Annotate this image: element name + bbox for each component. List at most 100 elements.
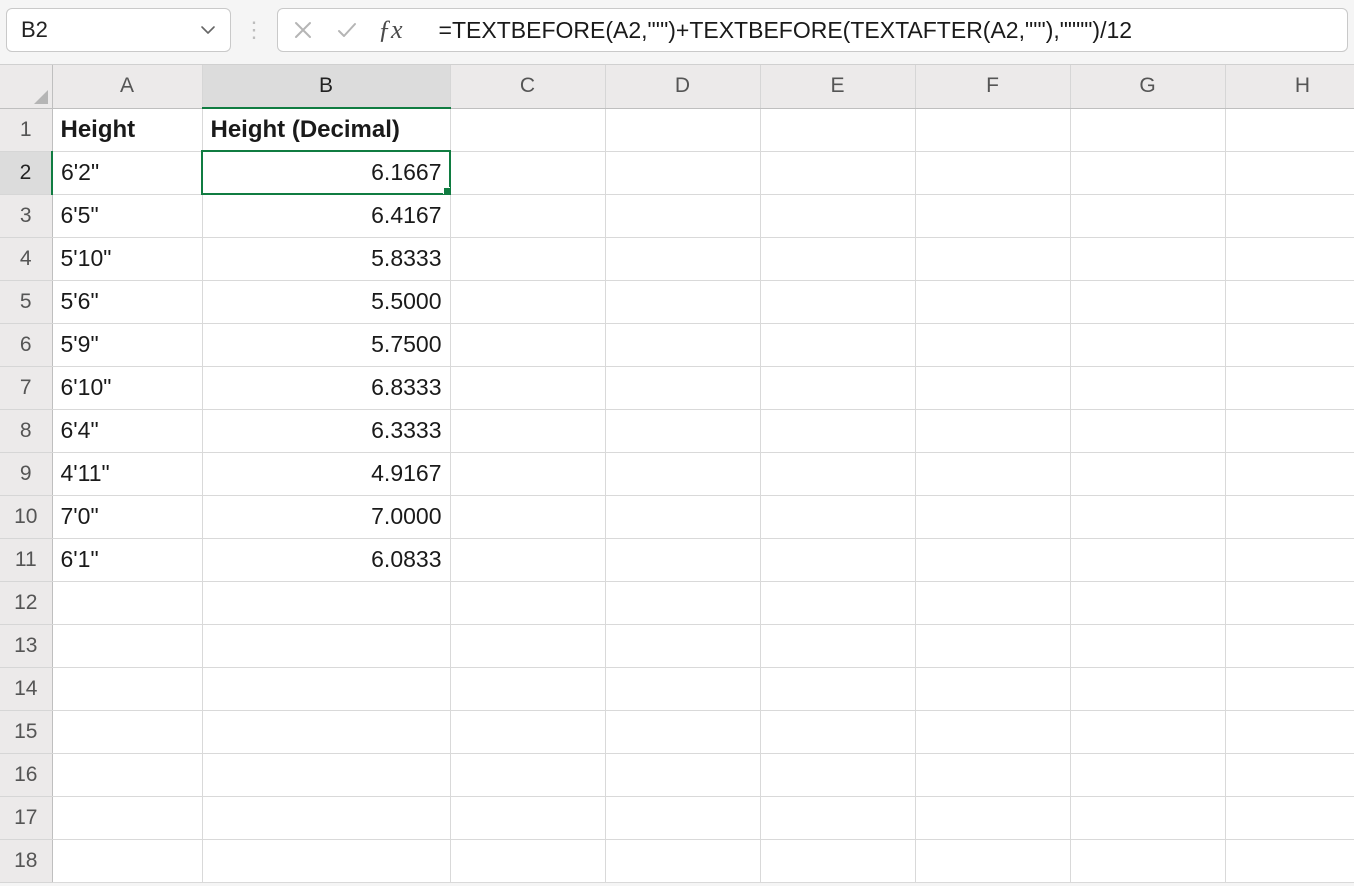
row-header-2[interactable]: 2 <box>0 151 52 194</box>
cell-A3[interactable]: 6'5" <box>52 194 202 237</box>
cell-H7[interactable] <box>1225 366 1354 409</box>
cell-F12[interactable] <box>915 581 1070 624</box>
cell-C14[interactable] <box>450 667 605 710</box>
cell-C5[interactable] <box>450 280 605 323</box>
cell-D9[interactable] <box>605 452 760 495</box>
cell-H6[interactable] <box>1225 323 1354 366</box>
row-header-5[interactable]: 5 <box>0 280 52 323</box>
cell-D6[interactable] <box>605 323 760 366</box>
cell-B18[interactable] <box>202 839 450 882</box>
cell-B12[interactable] <box>202 581 450 624</box>
cell-F10[interactable] <box>915 495 1070 538</box>
name-box[interactable]: B2 <box>6 8 231 52</box>
cell-G17[interactable] <box>1070 796 1225 839</box>
cell-A8[interactable]: 6'4" <box>52 409 202 452</box>
cell-B17[interactable] <box>202 796 450 839</box>
cell-B1[interactable]: Height (Decimal) <box>202 108 450 151</box>
cell-H9[interactable] <box>1225 452 1354 495</box>
cell-G7[interactable] <box>1070 366 1225 409</box>
cell-F13[interactable] <box>915 624 1070 667</box>
cell-H17[interactable] <box>1225 796 1354 839</box>
column-header-D[interactable]: D <box>605 65 760 108</box>
cell-F8[interactable] <box>915 409 1070 452</box>
cell-D10[interactable] <box>605 495 760 538</box>
cell-B3[interactable]: 6.4167 <box>202 194 450 237</box>
row-header-11[interactable]: 11 <box>0 538 52 581</box>
cell-F7[interactable] <box>915 366 1070 409</box>
cell-B15[interactable] <box>202 710 450 753</box>
row-header-10[interactable]: 10 <box>0 495 52 538</box>
cell-D14[interactable] <box>605 667 760 710</box>
cell-F4[interactable] <box>915 237 1070 280</box>
row-header-17[interactable]: 17 <box>0 796 52 839</box>
cell-H11[interactable] <box>1225 538 1354 581</box>
cell-B5[interactable]: 5.5000 <box>202 280 450 323</box>
cell-E8[interactable] <box>760 409 915 452</box>
row-header-7[interactable]: 7 <box>0 366 52 409</box>
cell-F18[interactable] <box>915 839 1070 882</box>
cell-C6[interactable] <box>450 323 605 366</box>
cell-A12[interactable] <box>52 581 202 624</box>
enter-icon[interactable] <box>332 15 362 45</box>
cell-G4[interactable] <box>1070 237 1225 280</box>
cell-A14[interactable] <box>52 667 202 710</box>
row-header-18[interactable]: 18 <box>0 839 52 882</box>
cell-D15[interactable] <box>605 710 760 753</box>
cell-F6[interactable] <box>915 323 1070 366</box>
cell-C1[interactable] <box>450 108 605 151</box>
cell-D13[interactable] <box>605 624 760 667</box>
cancel-icon[interactable] <box>288 15 318 45</box>
cell-D5[interactable] <box>605 280 760 323</box>
cell-C17[interactable] <box>450 796 605 839</box>
cell-C12[interactable] <box>450 581 605 624</box>
cell-E9[interactable] <box>760 452 915 495</box>
row-header-14[interactable]: 14 <box>0 667 52 710</box>
cell-E17[interactable] <box>760 796 915 839</box>
cell-E2[interactable] <box>760 151 915 194</box>
cell-B7[interactable]: 6.8333 <box>202 366 450 409</box>
cell-G2[interactable] <box>1070 151 1225 194</box>
cell-D18[interactable] <box>605 839 760 882</box>
cell-E7[interactable] <box>760 366 915 409</box>
cell-B11[interactable]: 6.0833 <box>202 538 450 581</box>
cell-A17[interactable] <box>52 796 202 839</box>
cell-B4[interactable]: 5.8333 <box>202 237 450 280</box>
cell-B9[interactable]: 4.9167 <box>202 452 450 495</box>
cell-A1[interactable]: Height <box>52 108 202 151</box>
cell-E12[interactable] <box>760 581 915 624</box>
row-header-8[interactable]: 8 <box>0 409 52 452</box>
cell-C7[interactable] <box>450 366 605 409</box>
cell-C11[interactable] <box>450 538 605 581</box>
cell-E11[interactable] <box>760 538 915 581</box>
spreadsheet-grid[interactable]: ABCDEFGH 1HeightHeight (Decimal)26'2"6.1… <box>0 64 1354 883</box>
cell-G13[interactable] <box>1070 624 1225 667</box>
row-header-13[interactable]: 13 <box>0 624 52 667</box>
row-header-16[interactable]: 16 <box>0 753 52 796</box>
cell-D17[interactable] <box>605 796 760 839</box>
cell-C4[interactable] <box>450 237 605 280</box>
cell-F17[interactable] <box>915 796 1070 839</box>
cell-F11[interactable] <box>915 538 1070 581</box>
cell-G15[interactable] <box>1070 710 1225 753</box>
cell-H13[interactable] <box>1225 624 1354 667</box>
column-header-A[interactable]: A <box>52 65 202 108</box>
cell-H16[interactable] <box>1225 753 1354 796</box>
row-header-4[interactable]: 4 <box>0 237 52 280</box>
cell-G5[interactable] <box>1070 280 1225 323</box>
cell-H12[interactable] <box>1225 581 1354 624</box>
cell-D7[interactable] <box>605 366 760 409</box>
cell-D3[interactable] <box>605 194 760 237</box>
row-header-6[interactable]: 6 <box>0 323 52 366</box>
select-all-corner[interactable] <box>0 65 52 108</box>
cell-C2[interactable] <box>450 151 605 194</box>
cell-B13[interactable] <box>202 624 450 667</box>
cell-D4[interactable] <box>605 237 760 280</box>
cell-C9[interactable] <box>450 452 605 495</box>
cell-A7[interactable]: 6'10" <box>52 366 202 409</box>
cell-B6[interactable]: 5.7500 <box>202 323 450 366</box>
cell-H18[interactable] <box>1225 839 1354 882</box>
cell-C10[interactable] <box>450 495 605 538</box>
row-header-1[interactable]: 1 <box>0 108 52 151</box>
cell-H14[interactable] <box>1225 667 1354 710</box>
cell-G18[interactable] <box>1070 839 1225 882</box>
